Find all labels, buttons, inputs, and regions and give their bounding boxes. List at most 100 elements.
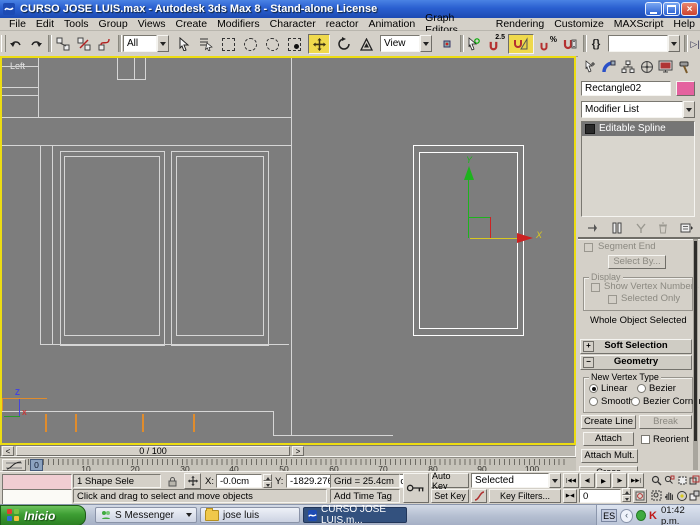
tab-motion[interactable] — [637, 58, 656, 76]
menu-customize[interactable]: Customize — [549, 18, 609, 30]
select-object-button[interactable] — [174, 34, 194, 54]
start-button[interactable]: Inicio — [0, 505, 86, 525]
undo-button[interactable] — [6, 34, 26, 54]
menu-file[interactable]: File — [4, 18, 31, 30]
previous-frame-button[interactable]: ◀| — [580, 473, 595, 488]
zoom-all-button[interactable] — [663, 473, 676, 488]
circular-selection-region-button[interactable] — [240, 34, 260, 54]
frame-spinner[interactable] — [622, 488, 631, 503]
bezier-corner-radio[interactable] — [631, 397, 640, 406]
time-slider-prev-button[interactable]: < — [2, 446, 14, 456]
select-by-name-button[interactable] — [196, 34, 216, 54]
named-selection-sets-button[interactable]: {} — [587, 34, 605, 54]
select-and-manipulate-button[interactable] — [464, 34, 482, 54]
tab-utilities[interactable] — [675, 58, 694, 76]
open-mini-curve-editor-button[interactable] — [2, 459, 26, 471]
min-max-toggle-button[interactable] — [688, 488, 700, 503]
fence-selection-region-button[interactable] — [262, 34, 282, 54]
next-frame-button[interactable]: |▶ — [612, 473, 627, 488]
smooth-radio[interactable] — [589, 397, 598, 406]
stack-item-editable-spline[interactable]: Editable Spline — [582, 122, 694, 136]
time-configuration-button[interactable] — [633, 489, 647, 503]
panel-scrollbar[interactable] — [693, 239, 698, 470]
go-to-start-button[interactable]: |◀◀ — [563, 473, 579, 488]
x-spinner[interactable] — [263, 474, 272, 489]
named-selection-dropdown[interactable] — [608, 35, 680, 52]
percent-snap-toggle[interactable]: % — [538, 34, 558, 54]
attach-mult-button[interactable]: Attach Mult. — [581, 449, 638, 463]
task-3dsmax-active[interactable]: CURSO JOSE LUIS.m... — [303, 504, 407, 525]
viewport-left[interactable]: Left Y X Z X — [0, 56, 576, 445]
selection-filter-dropdown[interactable]: All — [123, 35, 169, 52]
absolute-relative-transform-toggle[interactable] — [184, 473, 201, 489]
auto-key-button[interactable]: Auto Key — [431, 471, 469, 491]
angle-snap-toggle[interactable] — [508, 34, 534, 54]
soft-selection-rollout[interactable]: + Soft Selection — [580, 339, 692, 354]
minimize-button[interactable] — [645, 2, 662, 16]
make-unique-button[interactable] — [633, 220, 649, 235]
show-vertex-numbers-checkbox[interactable] — [591, 283, 600, 292]
go-to-end-button[interactable]: ▶▶| — [628, 473, 644, 488]
linear-radio[interactable] — [589, 384, 598, 393]
bind-to-spacewarp-button[interactable] — [95, 34, 115, 54]
pin-stack-button[interactable] — [585, 220, 601, 235]
close-button[interactable]: × — [681, 2, 698, 16]
geometry-rollout[interactable]: − Geometry — [580, 355, 692, 370]
default-in-out-tangents-button[interactable] — [471, 489, 487, 503]
gizmo-y-axis[interactable] — [468, 180, 469, 238]
gizmo-x-axis[interactable] — [470, 238, 518, 239]
maxscript-listener-white[interactable] — [2, 489, 72, 505]
select-by-button[interactable]: Select By... — [608, 255, 666, 269]
add-time-tag[interactable]: Add Time Tag — [330, 489, 400, 503]
menu-modifiers[interactable]: Modifiers — [212, 18, 265, 30]
menu-maxscript[interactable]: MAXScript — [609, 18, 669, 30]
hide-icons-chevron[interactable]: ‹ — [620, 508, 633, 523]
region-zoom-button[interactable] — [650, 488, 663, 503]
attach-button[interactable]: Attach — [583, 432, 634, 446]
current-frame-field[interactable]: 0 — [579, 489, 621, 503]
coord-system-dropdown[interactable]: View — [380, 35, 432, 52]
time-slider-thumb[interactable]: 0 / 100 — [16, 446, 290, 456]
gizmo-plane-handle[interactable] — [468, 217, 491, 218]
mirror-button[interactable]: ▷| — [688, 34, 700, 54]
key-filters-button[interactable]: Key Filters... — [489, 489, 561, 503]
segment-end-checkbox[interactable] — [584, 243, 593, 252]
lightbulb-icon[interactable] — [585, 124, 595, 134]
menu-edit[interactable]: Edit — [31, 18, 59, 30]
set-keys-button[interactable] — [403, 473, 429, 503]
arc-rotate-button[interactable] — [676, 488, 688, 503]
use-pivot-center-button[interactable] — [437, 34, 457, 54]
language-indicator[interactable]: ES — [601, 509, 618, 522]
tab-create[interactable] — [580, 58, 599, 76]
menu-help[interactable]: Help — [668, 18, 700, 30]
menu-group[interactable]: Group — [94, 18, 133, 30]
select-and-move-button[interactable] — [308, 34, 330, 54]
bezier-radio[interactable] — [637, 384, 646, 393]
tab-modify[interactable] — [599, 58, 618, 76]
modifier-list-dropdown[interactable]: Modifier List — [581, 101, 695, 118]
object-name-field[interactable]: Rectangle02 — [581, 81, 671, 96]
menu-reactor[interactable]: reactor — [321, 18, 364, 30]
task-jose-luis-folder[interactable]: jose luis — [200, 507, 300, 523]
show-end-result-button[interactable] — [609, 220, 625, 235]
menu-create[interactable]: Create — [171, 18, 213, 30]
menu-character[interactable]: Character — [265, 18, 321, 30]
panel-scrollbar-thumb[interactable] — [694, 241, 697, 441]
zoom-button[interactable] — [650, 473, 663, 488]
track-bar[interactable]: 0 10 20 30 40 50 60 70 80 90 100 0 — [0, 457, 576, 474]
window-crossing-toggle[interactable] — [284, 34, 304, 54]
key-mode-dropdown[interactable]: Selected — [471, 473, 561, 488]
pan-button[interactable] — [663, 488, 676, 503]
zoom-extents-all-button[interactable] — [688, 473, 700, 488]
modifier-stack[interactable]: Editable Spline — [581, 121, 695, 217]
task-messenger[interactable]: S Messenger — [95, 507, 197, 523]
remove-modifier-button[interactable] — [655, 220, 671, 235]
play-button[interactable]: ▶ — [596, 473, 611, 488]
messenger-tray-icon[interactable] — [635, 510, 646, 521]
rectangular-selection-region-button[interactable] — [218, 34, 238, 54]
time-slider-next-button[interactable]: > — [292, 446, 304, 456]
select-and-link-button[interactable] — [53, 34, 73, 54]
trackbar-frame-thumb[interactable]: 0 — [30, 459, 43, 471]
menu-animation[interactable]: Animation — [363, 18, 420, 30]
zoom-extents-button[interactable] — [676, 473, 688, 488]
